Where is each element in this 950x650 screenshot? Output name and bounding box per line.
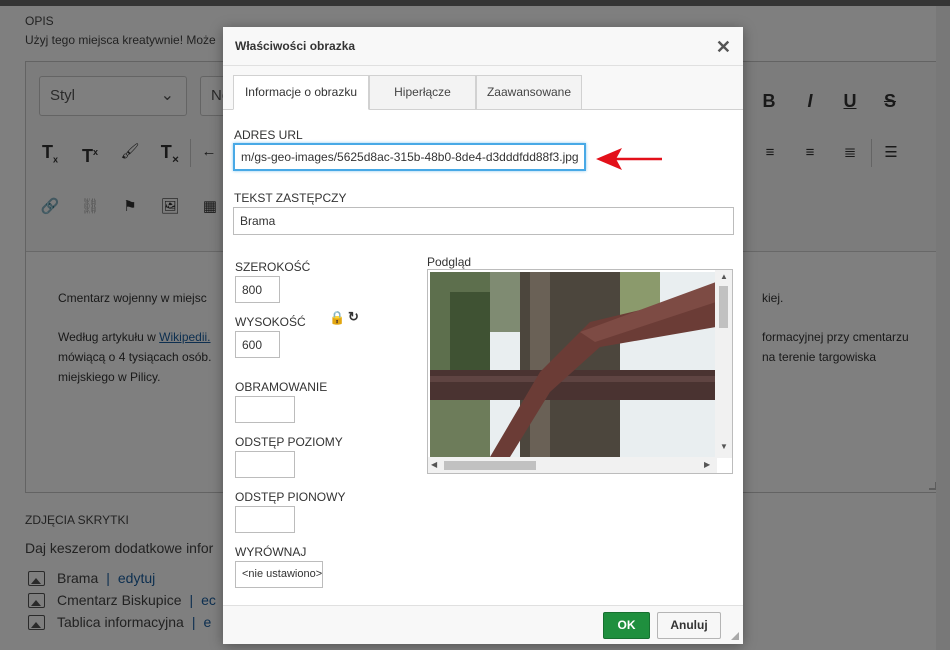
dialog-footer: OK Anuluj — [223, 605, 743, 644]
cancel-button[interactable]: Anuluj — [657, 612, 721, 639]
reset-size-icon[interactable]: ↻ — [348, 309, 359, 325]
tab-image-info[interactable]: Informacje o obrazku — [233, 75, 369, 110]
scroll-up-icon[interactable]: ▲ — [720, 272, 728, 281]
vspace-label: ODSTĘP PIONOWY — [235, 490, 346, 504]
preview-horizontal-scrollbar[interactable]: ◀ ▶ — [428, 457, 717, 473]
width-input[interactable] — [235, 276, 280, 303]
url-label: ADRES URL — [234, 128, 303, 142]
width-label: SZEROKOŚĆ — [235, 260, 311, 274]
scroll-left-icon[interactable]: ◀ — [431, 460, 437, 469]
lock-ratio-icon[interactable]: 🔒 — [329, 310, 345, 326]
dialog-resize-grip[interactable] — [731, 632, 739, 640]
height-label: WYSOKOŚĆ — [235, 315, 306, 329]
hspace-input[interactable] — [235, 451, 295, 478]
preview-label: Podgląd — [427, 255, 472, 269]
preview-image — [430, 272, 716, 457]
align-select[interactable]: <nie ustawiono> — [235, 561, 323, 588]
close-icon[interactable]: ✕ — [716, 37, 731, 58]
scroll-right-icon[interactable]: ▶ — [704, 460, 710, 469]
tab-advanced[interactable]: Zaawansowane — [476, 75, 582, 110]
image-properties-dialog: Właściwości obrazka ✕ Informacje o obraz… — [223, 27, 743, 644]
preview-vertical-scrollbar[interactable]: ▲ ▼ — [715, 270, 732, 458]
vspace-input[interactable] — [235, 506, 295, 533]
url-input[interactable] — [233, 143, 586, 171]
alt-text-input[interactable] — [233, 207, 734, 235]
ok-button[interactable]: OK — [603, 612, 650, 639]
scroll-thumb[interactable] — [444, 461, 536, 470]
dialog-title-bar[interactable]: Właściwości obrazka ✕ — [223, 27, 743, 66]
border-label: OBRAMOWANIE — [235, 380, 328, 394]
dialog-title: Właściwości obrazka — [235, 39, 356, 53]
hspace-label: ODSTĘP POZIOMY — [235, 435, 343, 449]
align-label: WYRÓWNAJ — [235, 545, 307, 559]
border-input[interactable] — [235, 396, 295, 423]
alt-text-label: TEKST ZASTĘPCZY — [234, 191, 347, 205]
height-input[interactable] — [235, 331, 280, 358]
annotation-arrow-icon — [596, 148, 662, 170]
scroll-thumb[interactable] — [719, 286, 728, 328]
scroll-down-icon[interactable]: ▼ — [720, 442, 728, 451]
dialog-tabs: Informacje o obrazku Hiperłącze Zaawanso… — [223, 66, 743, 110]
tab-hyperlink[interactable]: Hiperłącze — [369, 75, 476, 110]
preview-box[interactable]: ▲ ▼ ◀ ▶ — [427, 269, 733, 474]
